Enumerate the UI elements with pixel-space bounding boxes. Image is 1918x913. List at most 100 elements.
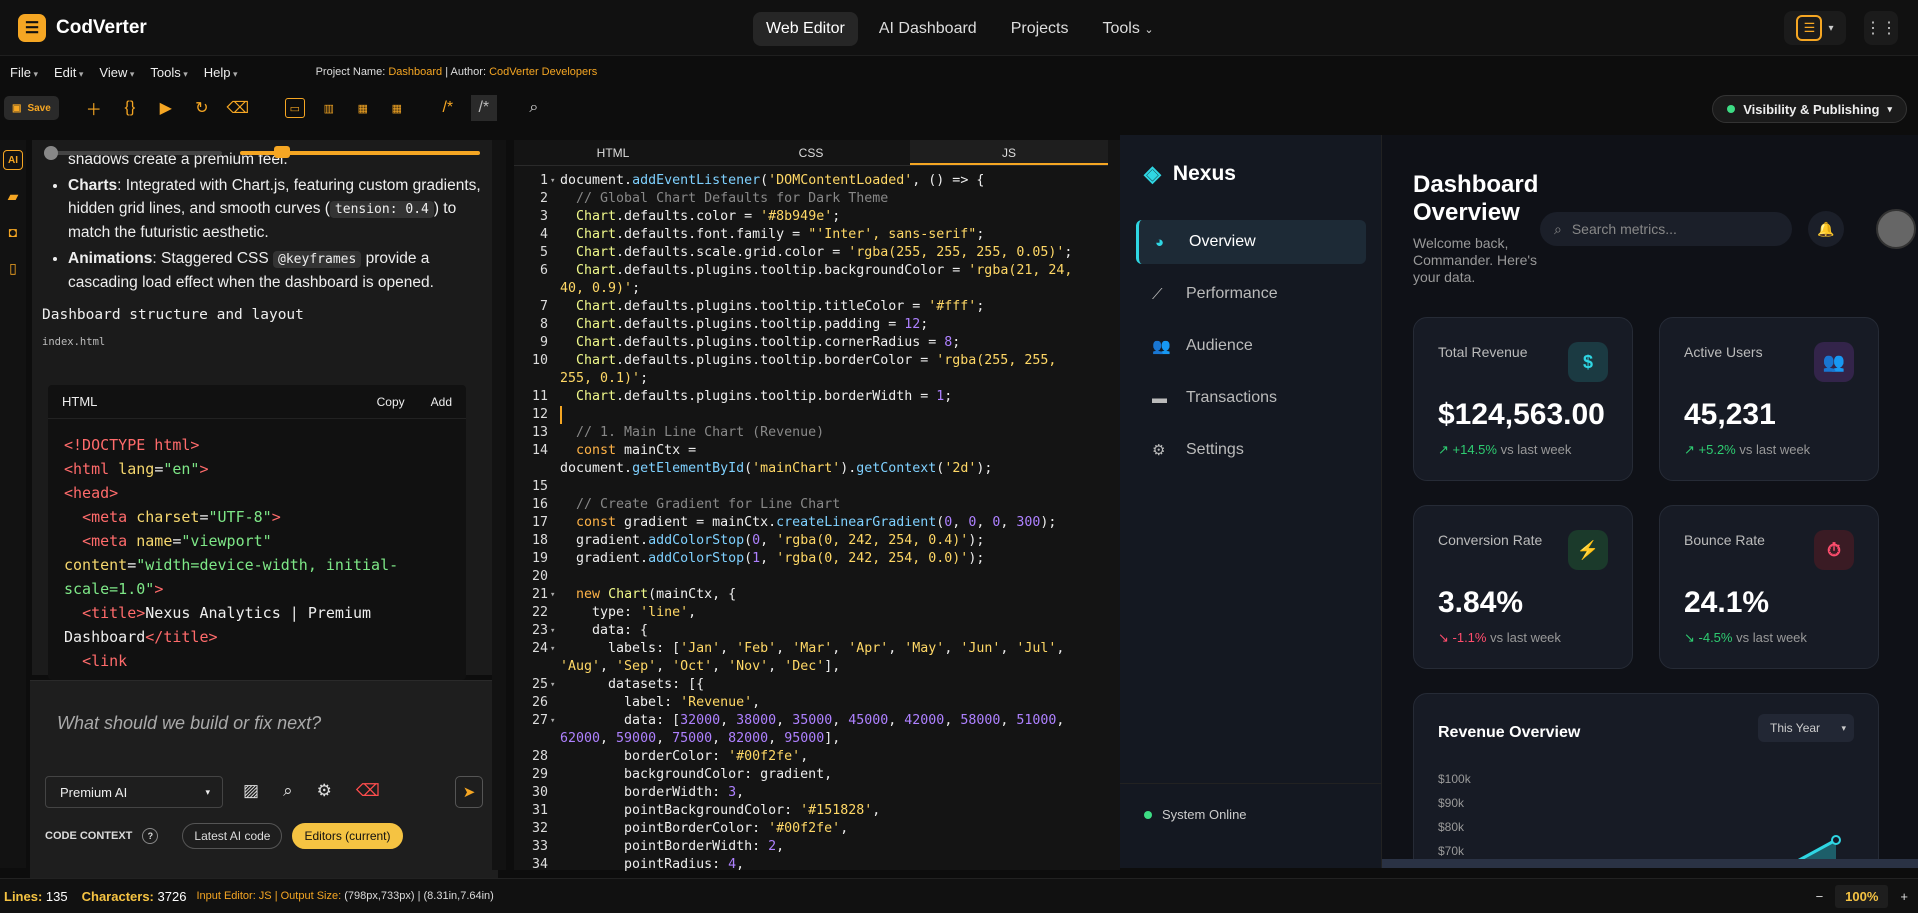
card-value: 24.1%: [1684, 586, 1770, 619]
menu-edit[interactable]: Edit: [54, 65, 83, 80]
layout-columns-icon[interactable]: ▥: [319, 98, 339, 118]
zoom-in-button[interactable]: +: [1900, 889, 1908, 904]
format-braces-icon[interactable]: {}: [117, 95, 143, 121]
code-block-content: <!DOCTYPE html> <html lang="en"> <head> …: [64, 436, 399, 670]
layout-quad-icon[interactable]: ▦: [387, 98, 407, 118]
menu-view[interactable]: View: [99, 65, 134, 80]
new-file-icon[interactable]: ＋: [81, 95, 107, 121]
context-latest-ai-code[interactable]: Latest AI code: [182, 823, 283, 849]
layout-split-icon[interactable]: ▭: [284, 98, 305, 118]
nav-projects[interactable]: Projects: [998, 12, 1082, 46]
send-button[interactable]: ➤: [455, 776, 483, 808]
users-icon: 👥: [1814, 342, 1854, 382]
tab-js[interactable]: JS: [910, 140, 1108, 165]
refresh-icon[interactable]: ↻: [189, 95, 215, 121]
slider-track-left[interactable]: [52, 151, 222, 155]
stat-card-conversion: Conversion Rate ⚡ 3.84% ↘ -1.1% vs last …: [1413, 505, 1633, 669]
zoom-level[interactable]: 100%: [1835, 884, 1889, 908]
sidebar-item-label: Transactions: [1186, 389, 1277, 406]
menu-bar: File Edit View Tools Help Project Name: …: [0, 56, 1918, 88]
nav-tools[interactable]: Tools ⌄: [1090, 12, 1167, 46]
visibility-label: Visibility & Publishing: [1743, 101, 1880, 117]
menu-tools[interactable]: Tools: [150, 65, 187, 80]
zoom-control: − 100% +: [1816, 883, 1908, 909]
card-change: ↗ +14.5% vs last week: [1438, 442, 1572, 457]
context-editors-current[interactable]: Editors (current): [292, 823, 403, 849]
nav-web-editor[interactable]: Web Editor: [753, 12, 858, 46]
app-logo[interactable]: ☰ CodVerter: [18, 13, 147, 42]
splitter-right[interactable]: [1108, 140, 1120, 870]
add-button[interactable]: Add: [431, 395, 452, 409]
eraser-icon[interactable]: ⌫: [225, 95, 251, 121]
sidebar-item-overview[interactable]: ◕ Overview: [1136, 220, 1366, 264]
chart-point: [1831, 835, 1841, 845]
code-context-label: CODE CONTEXT: [45, 830, 133, 842]
nav-tools-label: Tools: [1102, 20, 1140, 37]
sidebar-item-performance[interactable]: ⟋ Performance: [1136, 272, 1366, 316]
splitter-left[interactable]: [492, 140, 506, 870]
revenue-title: Revenue Overview: [1438, 724, 1581, 741]
chars-label: Characters:: [81, 888, 154, 904]
tab-css[interactable]: CSS: [712, 140, 910, 165]
sidebar-item-audience[interactable]: 👥 Audience: [1136, 324, 1366, 368]
ai-icon[interactable]: AI: [3, 150, 23, 170]
search-input[interactable]: ⌕ Search metrics...: [1540, 212, 1792, 246]
copy-button[interactable]: Copy: [377, 395, 405, 409]
bell-icon[interactable]: 🔔: [1808, 211, 1844, 247]
chat-bullet-1: Charts: Integrated with Chart.js, featur…: [68, 174, 482, 244]
apps-grid-icon[interactable]: ⋮⋮: [1864, 11, 1898, 45]
layout-grid-icon[interactable]: ▦: [353, 98, 373, 118]
folder-icon[interactable]: ▰: [3, 186, 23, 206]
code-lines[interactable]: 1 ▾ document.addEventListener('DOMContentL…: [514, 166, 1108, 874]
gear-icon[interactable]: ⚙: [317, 781, 332, 801]
range-select[interactable]: This Year: [1758, 714, 1854, 742]
visibility-publishing-button[interactable]: Visibility & Publishing ▾: [1712, 95, 1907, 123]
preview-sidebar: ◈ Nexus ◕ Overview ⟋ Performance 👥 Audience …: [1120, 135, 1382, 868]
search-icon[interactable]: ⌕: [283, 781, 293, 801]
menu-help[interactable]: Help: [204, 65, 238, 80]
document-icon: ☰: [1796, 15, 1823, 41]
robot-icon[interactable]: ◘: [3, 222, 23, 242]
preview-scrollbar[interactable]: [1382, 859, 1918, 868]
brand-name: Nexus: [1172, 162, 1236, 185]
system-status-text: System Online: [1162, 807, 1247, 822]
slider-handle-right[interactable]: [274, 146, 290, 158]
bullet2-code: @keyframes: [273, 251, 362, 268]
zoom-out-button[interactable]: −: [1816, 889, 1824, 904]
file-name: index.html: [42, 336, 106, 348]
project-name: Dashboard: [388, 66, 443, 78]
lines-label: Lines:: [4, 888, 43, 904]
sidebar-item-transactions[interactable]: ▬ Transactions: [1136, 376, 1366, 420]
help-icon[interactable]: ?: [142, 828, 159, 844]
image-icon[interactable]: ▨: [243, 781, 259, 801]
bullet1-code: tension: 0.4: [329, 201, 434, 218]
run-icon[interactable]: ▶: [153, 95, 179, 121]
card-change: ↘ -4.5% vs last week: [1684, 630, 1807, 645]
y-tick: $100k: [1438, 772, 1471, 786]
tab-html[interactable]: HTML: [514, 140, 712, 165]
uncomment-icon[interactable]: /*: [470, 95, 497, 121]
save-label: Save: [27, 102, 51, 114]
logo-icon: ☰: [18, 13, 46, 42]
sidebar-item-settings[interactable]: ⚙ Settings: [1136, 428, 1366, 472]
status-dot-icon: [1727, 105, 1736, 113]
line-chart-icon: ⟋: [1152, 285, 1163, 303]
gear-icon: ⚙: [1152, 442, 1166, 459]
slider-handle-left[interactable]: [44, 146, 58, 160]
mobile-icon[interactable]: ▯: [3, 258, 23, 278]
save-button[interactable]: ▣ Save: [4, 96, 59, 120]
project-info: Project Name: Dashboard | Author: CodVer…: [316, 66, 598, 78]
prompt-input[interactable]: What should we build or fix next?: [57, 713, 321, 734]
sidebar-item-label: Performance: [1186, 285, 1278, 302]
model-select[interactable]: Premium AI: [45, 776, 223, 808]
nav-ai-dashboard[interactable]: AI Dashboard: [866, 12, 990, 46]
menu-file[interactable]: File: [10, 65, 38, 80]
sidebar-item-label: Overview: [1189, 233, 1256, 250]
prompt-panel: What should we build or fix next? Premiu…: [30, 680, 498, 880]
user-menu-button[interactable]: ☰ ▾: [1784, 11, 1846, 45]
chat-message: shadows create a premium feel. Charts: I…: [42, 148, 482, 354]
avatar[interactable]: [1876, 209, 1916, 249]
comment-icon[interactable]: /*: [435, 95, 461, 121]
search-icon[interactable]: ⌕: [521, 95, 547, 121]
eraser-icon[interactable]: ⌫: [356, 781, 380, 801]
